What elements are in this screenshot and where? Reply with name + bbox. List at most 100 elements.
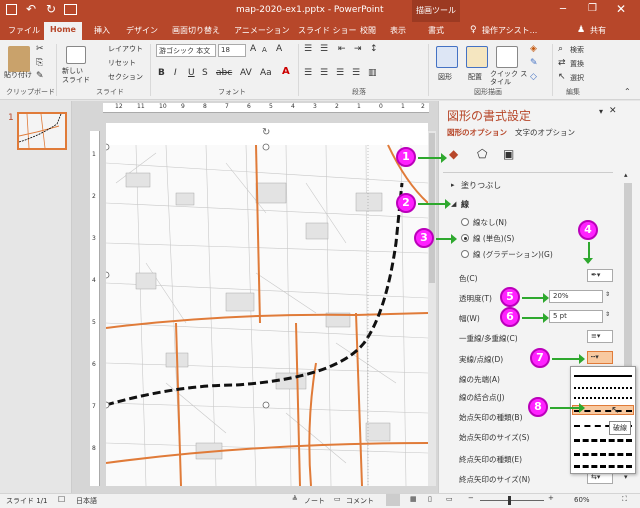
line-collapse-icon[interactable]: ◢ [451,200,456,208]
rotate-handle-icon[interactable]: ↻ [262,127,270,138]
find-button[interactable]: 検索 [570,45,584,55]
dash-option-round-dot[interactable] [574,387,632,389]
undo-icon[interactable]: ↶ [26,2,36,16]
tab-animations[interactable]: アニメーション [234,25,290,36]
dash-type-button[interactable]: ┅▾ [587,351,613,364]
slideshow-start-icon[interactable] [64,4,77,15]
width-input[interactable]: 5 pt [549,310,603,323]
shrink-font-icon[interactable]: A [262,46,267,54]
line-spacing-icon[interactable]: ↕ [370,44,378,54]
align-center-icon[interactable]: ☰ [320,68,328,78]
fill-section-header[interactable]: 塗りつぶし [461,180,501,191]
zoom-in-icon[interactable]: + [548,494,554,502]
dash-option-long-dash[interactable] [574,439,632,442]
reset-button[interactable]: リセット [108,58,136,68]
tab-insert[interactable]: 挿入 [94,25,110,36]
collapse-ribbon-icon[interactable]: ⌃ [624,87,631,96]
dash-option-square-dot[interactable] [574,397,632,399]
select-button[interactable]: 選択 [570,73,584,83]
pane-close-icon[interactable]: ✕ [609,106,617,116]
zoom-slider[interactable] [480,500,544,501]
columns-icon[interactable]: ▥ [368,68,377,78]
canvas-scroll-thumb[interactable] [429,133,435,283]
increase-indent-icon[interactable]: ⇥ [354,44,362,54]
quick-styles-icon[interactable] [496,46,518,68]
shapes-button[interactable]: 図形 [438,72,452,82]
shadow-icon[interactable]: S [202,68,208,78]
pane-scroll-thumb[interactable] [624,183,632,383]
close-icon[interactable]: ✕ [616,2,626,16]
tab-design[interactable]: デザイン [126,25,158,36]
clear-format-icon[interactable]: A [276,44,282,54]
align-right-icon[interactable]: ☰ [336,68,344,78]
scroll-up-icon[interactable]: ▴ [624,171,628,179]
effects-icon[interactable]: ⬠ [477,147,487,161]
font-size-select[interactable]: 18 [218,44,246,57]
fill-expand-icon[interactable]: ▸ [451,181,455,189]
pane-menu-icon[interactable]: ▾ [599,107,603,116]
shapes-icon[interactable] [436,46,458,68]
tab-format[interactable]: 書式 [428,25,444,36]
new-slide-button[interactable]: 新しい スライド [62,67,92,85]
dash-option-long-dash-dot-dot[interactable] [574,465,632,468]
tab-review[interactable]: 校閲 [360,25,376,36]
arrange-icon[interactable] [466,46,488,68]
fill-line-icon[interactable]: ◆ [449,147,458,161]
slide-sorter-icon[interactable]: ▦ [410,495,417,503]
canvas-scrollbar[interactable] [428,131,436,486]
compound-type-button[interactable]: ≡▾ [587,330,613,343]
replace-icon[interactable]: ⇄ [558,58,566,68]
notes-button[interactable]: ノート [304,496,325,506]
zoom-out-icon[interactable]: − [468,494,474,502]
comments-button[interactable]: コメント [346,496,374,506]
numbering-icon[interactable]: ☰ [320,44,328,54]
select-icon[interactable]: ↖ [558,72,566,82]
notes-icon[interactable]: ≜ [292,495,298,503]
format-painter-icon[interactable]: ✎ [36,71,44,81]
tab-shape-options[interactable]: 図形のオプション [447,127,507,138]
transparency-input[interactable]: 20% [549,290,603,303]
bullets-icon[interactable]: ☰ [304,44,312,54]
layout-button[interactable]: レイアウト [108,44,143,54]
new-slide-icon[interactable] [66,46,86,64]
decrease-indent-icon[interactable]: ⇤ [338,44,346,54]
shape-fill-icon[interactable]: ◈ [530,44,537,54]
share-button[interactable]: 共有 [590,25,606,36]
change-case-icon[interactable]: Aa [260,68,272,78]
dash-option-long-dash-dot[interactable] [574,453,632,456]
tab-slideshow[interactable]: スライド ショー [298,25,357,36]
font-color-icon[interactable]: A [282,66,290,77]
zoom-level[interactable]: 60% [574,496,590,504]
fit-slide-icon[interactable]: ⛶ [622,495,627,504]
arrange-button[interactable]: 配置 [468,72,482,82]
char-spacing-icon[interactable]: AV [240,68,252,78]
radio-no-line[interactable] [461,218,469,226]
tab-home[interactable]: Home [44,22,82,40]
find-icon[interactable]: ⌕ [558,44,563,54]
tab-transitions[interactable]: 画面切り替え [172,25,220,36]
strike-icon[interactable]: abc [216,68,232,78]
comments-icon[interactable]: ▭ [334,495,341,503]
bold-icon[interactable]: B [158,68,165,78]
line-section-header[interactable]: 線 [461,199,469,210]
paste-icon[interactable] [8,46,30,72]
font-name-select[interactable]: 游ゴシック 本文 [156,44,216,57]
tab-file[interactable]: ファイル [8,25,40,36]
tab-view[interactable]: 表示 [390,25,406,36]
reading-view-icon[interactable]: ▯ [428,495,432,503]
shape-outline-icon[interactable]: ✎ [530,58,538,68]
copy-icon[interactable]: ⎘ [36,58,43,68]
transparency-spinner-icon[interactable]: ⇕ [605,291,610,298]
accessibility-icon[interactable]: ☐ [58,495,65,504]
size-properties-icon[interactable]: ▣ [503,147,514,161]
normal-view-icon[interactable] [386,494,400,506]
italic-icon[interactable]: I [174,68,177,78]
quick-styles-button[interactable]: クイック スタイル [490,70,530,86]
dash-option-solid[interactable] [574,375,632,377]
replace-button[interactable]: 置換 [570,59,584,69]
slideshow-icon[interactable]: ▭ [446,495,453,503]
color-picker-button[interactable]: ✒▾ [587,269,613,282]
slide-map[interactable]: ↻ [106,123,428,486]
redo-icon[interactable]: ↻ [46,2,56,16]
radio-gradient-line[interactable] [461,250,469,258]
